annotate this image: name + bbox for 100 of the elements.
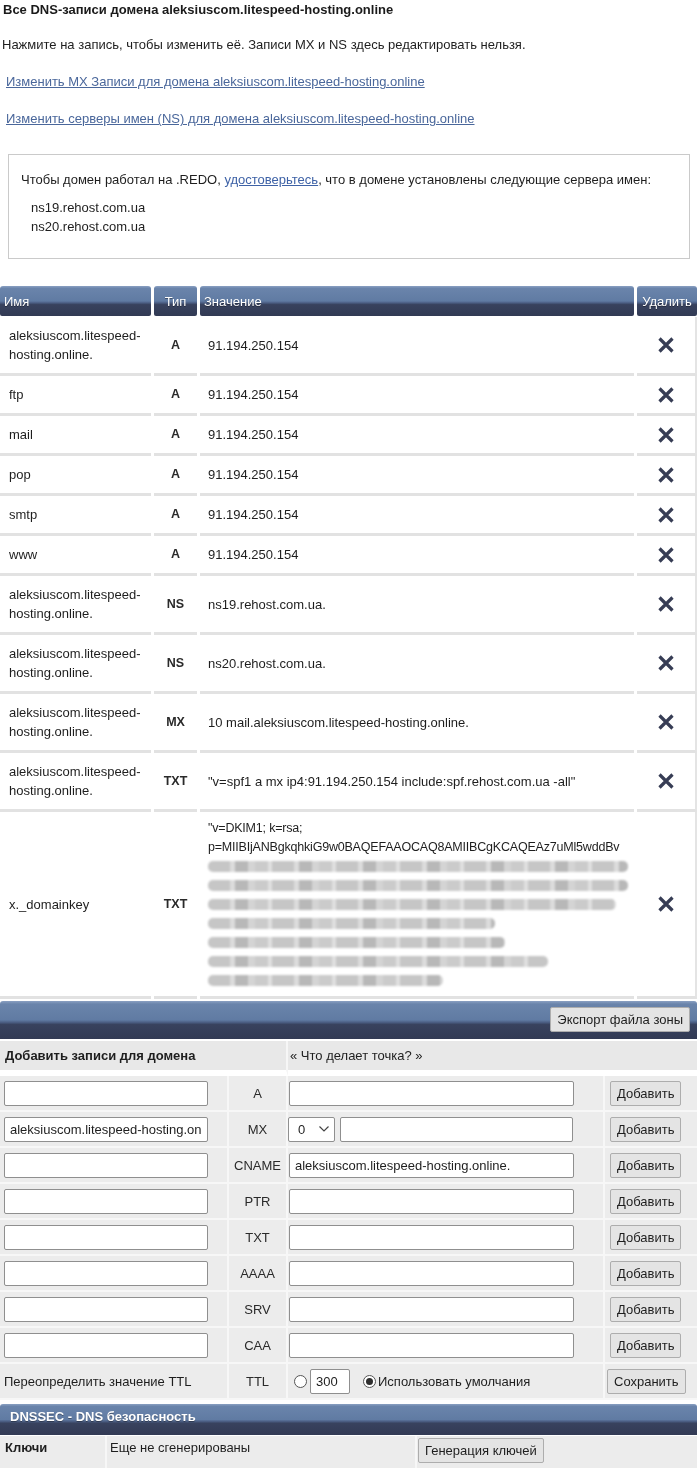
table-cell: MX [154,694,197,753]
input-field[interactable] [4,1332,208,1358]
table-cell: A [154,376,197,416]
column-header: Значение [200,286,634,316]
table-cell: pop [0,456,151,496]
input-field[interactable] [340,1116,573,1142]
export-button[interactable]: Экспорт файла зоны [550,1007,690,1032]
table-cell: 91.194.250.154 [200,416,634,456]
input-field[interactable] [4,1188,208,1214]
input-field[interactable] [4,1260,208,1286]
record-type-label: A [253,1085,262,1101]
instruction-text: Нажмите на запись, чтобы изменить её. Записи MX и NS здесь редактировать нельзя. [2,37,526,53]
input-field[interactable] [289,1224,574,1250]
add-button[interactable]: Добавить [610,1296,682,1322]
cell-text: "v=DKIM1; k=rsa; p=MIIBIjANBgkqhkiG9w0BAQEFAAOCAQ8AMIIBCgKCAQEAz7uMl5wddBv [208,820,621,856]
input-field[interactable]: 300 [310,1368,350,1394]
table-cell: 91.194.250.154 [200,536,634,576]
edit-link[interactable]: Изменить MX Записи для домена aleksiuscom.litespeed-hosting.online [6,74,425,90]
record-type-label: TXT [245,1229,270,1245]
delete-icon[interactable] [658,773,674,789]
notice-text: Чтобы домен работал на .REDO, удостоверьтесь, что в домене установлены следующие сервера имен: [21,172,653,188]
delete-icon[interactable] [658,596,674,612]
add-button[interactable]: Добавить [610,1224,682,1250]
delete-icon[interactable] [658,655,674,671]
radio-button[interactable] [363,1374,376,1388]
edit-link[interactable]: Изменить серверы имен (NS) для домена aleksiuscom.litespeed-hosting.online [6,111,475,127]
table-cell: A [154,317,197,376]
input-field[interactable]: aleksiuscom.litespeed-hosting.on [4,1116,208,1142]
save-button[interactable]: Сохранить [607,1368,686,1394]
column-header: Тип [154,286,197,316]
chevron-icon [319,1126,329,1132]
record-type-label: CNAME [234,1157,281,1173]
input-field[interactable] [289,1260,574,1286]
input-field[interactable] [4,1080,208,1106]
table-cell: A [154,416,197,456]
table-cell: ftp [0,376,151,416]
delete-icon[interactable] [658,426,674,443]
input-field[interactable] [4,1152,208,1178]
table-cell: 91.194.250.154 [200,496,634,536]
option-label[interactable]: Использовать умолчания [378,1373,531,1389]
table-cell: mail [0,416,151,456]
column-header: Имя [0,286,151,316]
delete-icon[interactable] [658,714,674,730]
generate-keys-button[interactable]: Генерация ключей [418,1438,544,1463]
table-cell: aleksiuscom.litespeed-hosting.online. [0,576,151,635]
table-cell: aleksiuscom.litespeed-hosting.online. [0,694,151,753]
table-cell: TXT [154,753,197,812]
table-cell: 10 mail.aleksiuscom.litespeed-hosting.online. [200,694,634,753]
delete-icon[interactable] [658,506,674,523]
add-button[interactable]: Добавить [610,1116,682,1142]
section-title: DNSSEC - DNS безопасность [0,1404,697,1435]
table-cell: NS [154,635,197,694]
input-field[interactable] [289,1332,574,1358]
radio-button[interactable] [294,1374,307,1388]
record-type-label: MX [247,1121,268,1137]
input-field[interactable] [289,1296,574,1322]
page-title: Все DNS-записи домена aleksiuscom.litespeed-hosting.online [2,1,394,18]
table-cell: aleksiuscom.litespeed-hosting.online. [0,317,151,376]
table-cell: smtp [0,496,151,536]
table-cell: A [154,536,197,576]
table-cell: 91.194.250.154 [200,317,634,376]
add-button[interactable]: Добавить [610,1080,682,1106]
table-cell: aleksiuscom.litespeed-hosting.online. [0,753,151,812]
table-cell: A [154,456,197,496]
add-button[interactable]: Добавить [610,1332,682,1358]
delete-icon[interactable] [658,546,674,563]
priority-select[interactable]: 0 [288,1116,335,1142]
record-type-label: PTR [244,1193,271,1209]
keys-label: Ключи [0,1436,107,1468]
table-cell: NS [154,576,197,635]
input-field[interactable] [4,1296,208,1322]
table-cell: ns19.rehost.com.ua. [200,576,634,635]
delete-icon[interactable] [658,386,674,403]
table-cell: A [154,496,197,536]
table-cell: 91.194.250.154 [200,376,634,416]
add-button[interactable]: Добавить [610,1260,682,1286]
delete-icon[interactable] [658,466,674,483]
table-cell: www [0,536,151,576]
table-cell: "v=spf1 a mx ip4:91.194.250.154 include:spf.rehost.com.ua -all" [200,753,634,812]
input-field[interactable] [289,1080,574,1106]
record-type-label: CAA [244,1337,271,1353]
nameserver-text: ns20.rehost.com.ua [31,218,146,236]
input-field[interactable] [4,1224,208,1250]
record-type-label: AAAA [240,1265,275,1281]
ttl-label: Переопределить значение TTL [4,1373,192,1389]
delete-icon[interactable] [658,896,674,912]
column-header: Удалить [637,286,697,316]
table-cell: 91.194.250.154 [200,456,634,496]
add-button[interactable]: Добавить [610,1152,682,1178]
table-cell: ns20.rehost.com.ua. [200,635,634,694]
add-button[interactable]: Добавить [610,1188,682,1214]
help-link[interactable]: « Что делает точка? » [290,1048,423,1063]
record-type-label: TTL [245,1373,270,1389]
form-title: Добавить записи для домена [0,1041,288,1076]
input-field[interactable] [289,1188,574,1214]
delete-icon[interactable] [658,337,674,353]
table-cell: aleksiuscom.litespeed-hosting.online. [0,635,151,694]
input-field[interactable]: aleksiuscom.litespeed-hosting.online. [289,1152,574,1178]
nameserver-text: ns19.rehost.com.ua [31,199,146,217]
record-type-label: SRV [244,1301,271,1317]
